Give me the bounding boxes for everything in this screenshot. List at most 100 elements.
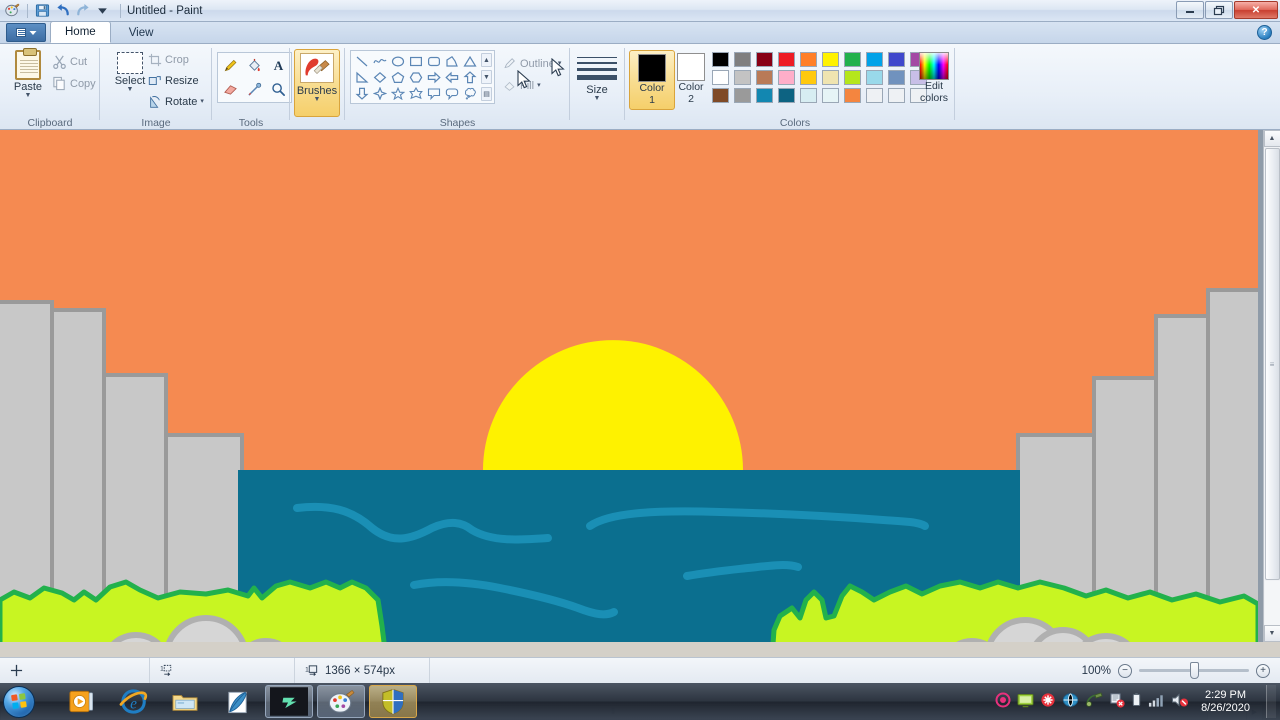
select-button[interactable]: Select ▼	[108, 52, 152, 93]
color-swatch-0-2[interactable]	[753, 50, 775, 68]
taskbar-internet-explorer[interactable]: e	[109, 685, 157, 718]
color-swatch-2-7[interactable]	[863, 86, 885, 104]
zoom-in-button[interactable]: +	[1256, 663, 1270, 678]
color-swatch-1-1[interactable]	[731, 68, 753, 86]
shape-six-point-star[interactable]	[407, 85, 425, 101]
paint-canvas[interactable]	[0, 130, 1258, 642]
vertical-scrollbar[interactable]: ▲ ≡ ▼	[1263, 130, 1280, 642]
color-swatch-1-5[interactable]	[819, 68, 841, 86]
satellite-icon[interactable]	[1085, 692, 1103, 711]
signal-icon[interactable]	[1148, 692, 1165, 711]
color-picker-icon[interactable]	[243, 78, 266, 101]
color-palette[interactable]	[709, 50, 929, 104]
chevron-down-icon[interactable]: ▾	[200, 98, 204, 105]
taskbar-filmora[interactable]	[265, 685, 313, 718]
vertical-scroll-track[interactable]	[1264, 581, 1280, 625]
show-desktop-button[interactable]	[1266, 685, 1276, 718]
shape-hexagon[interactable]	[407, 69, 425, 85]
paste-button[interactable]: Paste ▼	[6, 48, 50, 99]
color-swatch-1-0[interactable]	[709, 68, 731, 86]
color-swatch-0-7[interactable]	[863, 50, 885, 68]
health-icon[interactable]	[1040, 692, 1056, 711]
eraser-icon[interactable]	[219, 78, 242, 101]
network-sync-icon[interactable]	[1062, 692, 1079, 711]
shape-rectangular-callout[interactable]	[425, 85, 443, 101]
file-menu-button[interactable]	[6, 23, 46, 42]
size-button[interactable]: Size ▼	[577, 54, 617, 102]
taskbar-security[interactable]	[369, 685, 417, 718]
color-swatch-2-6[interactable]	[841, 86, 863, 104]
gallery-scroll-up-button[interactable]: ▲	[481, 53, 492, 67]
resize-button[interactable]: Resize	[148, 71, 199, 90]
color1-swatch[interactable]	[638, 54, 666, 82]
magnifier-icon[interactable]	[267, 78, 290, 101]
taskbar-windows-explorer[interactable]	[161, 685, 209, 718]
shapes-gallery-scroll[interactable]: ▲ ▼ ▤	[481, 53, 492, 101]
shape-rounded-rectangle[interactable]	[425, 53, 443, 69]
gallery-expand-button[interactable]: ▤	[481, 87, 492, 101]
color2-swatch[interactable]	[677, 53, 705, 81]
pencil-icon[interactable]	[219, 54, 242, 77]
taskbar-paint[interactable]	[317, 685, 365, 718]
taskbar-wordpad[interactable]	[213, 685, 261, 718]
action-center-icon[interactable]	[1109, 692, 1125, 711]
shape-cloud-callout[interactable]	[461, 85, 479, 101]
clock[interactable]: 2:29 PM 8/26/2020	[1195, 689, 1256, 715]
shape-triangle[interactable]	[461, 53, 479, 69]
redo-icon[interactable]	[74, 2, 91, 19]
copy-button[interactable]: Copy	[52, 74, 96, 93]
shape-polygon[interactable]	[443, 53, 461, 69]
text-icon[interactable]: A	[267, 54, 290, 77]
color-swatch-1-8[interactable]	[885, 68, 907, 86]
color-swatch-2-1[interactable]	[731, 86, 753, 104]
fill-with-color-icon[interactable]	[243, 54, 266, 77]
color-swatch-1-2[interactable]	[753, 68, 775, 86]
color-swatch-0-1[interactable]	[731, 50, 753, 68]
color-swatch-0-4[interactable]	[797, 50, 819, 68]
start-button[interactable]	[3, 685, 35, 718]
color-swatch-0-5[interactable]	[819, 50, 841, 68]
color-swatch-2-2[interactable]	[753, 86, 775, 104]
color-swatch-1-4[interactable]	[797, 68, 819, 86]
color-swatch-0-3[interactable]	[775, 50, 797, 68]
shape-up-arrow[interactable]	[461, 69, 479, 85]
tab-home[interactable]: Home	[50, 21, 111, 43]
tab-view[interactable]: View	[115, 22, 168, 43]
zoom-slider-thumb[interactable]	[1190, 662, 1199, 679]
zoom-out-button[interactable]: −	[1118, 663, 1132, 678]
chevron-down-icon[interactable]: ▼	[314, 96, 321, 103]
shape-rectangle[interactable]	[407, 53, 425, 69]
chevron-down-icon[interactable]: ▼	[127, 86, 134, 93]
shape-right-arrow[interactable]	[425, 69, 443, 85]
color-swatch-2-4[interactable]	[797, 86, 819, 104]
color-swatch-0-6[interactable]	[841, 50, 863, 68]
chevron-down-icon[interactable]: ▾	[537, 82, 541, 89]
shapes-gallery[interactable]: ▲ ▼ ▤	[350, 50, 495, 104]
color2-button[interactable]: Color 2	[671, 53, 711, 105]
edit-colors-button[interactable]: Edit colors	[914, 52, 954, 104]
shape-oval[interactable]	[389, 53, 407, 69]
color-swatch-2-5[interactable]	[819, 86, 841, 104]
color1-button[interactable]: Color 1	[629, 50, 675, 110]
customize-qat-icon[interactable]	[94, 2, 111, 19]
shape-down-arrow[interactable]	[353, 85, 371, 101]
chevron-down-icon[interactable]: ▼	[25, 92, 32, 99]
color-swatch-2-8[interactable]	[885, 86, 907, 104]
shape-five-point-star[interactable]	[389, 85, 407, 101]
color-swatch-2-0[interactable]	[709, 86, 731, 104]
shape-right-triangle[interactable]	[353, 69, 371, 85]
volume-muted-icon[interactable]	[1171, 692, 1189, 711]
close-button[interactable]: ✕	[1234, 1, 1278, 19]
paint-app-icon[interactable]	[4, 2, 21, 19]
color-swatch-1-3[interactable]	[775, 68, 797, 86]
undo-icon[interactable]	[54, 2, 71, 19]
scroll-up-button[interactable]: ▲	[1263, 130, 1280, 147]
scroll-down-button[interactable]: ▼	[1263, 625, 1280, 642]
brushes-button[interactable]: Brushes ▼	[294, 49, 340, 117]
artwork[interactable]	[0, 130, 1258, 642]
record-icon[interactable]	[995, 692, 1011, 711]
color-swatch-0-0[interactable]	[709, 50, 731, 68]
shape-rounded-callout[interactable]	[443, 85, 461, 101]
crop-button[interactable]: Crop	[148, 50, 189, 69]
save-icon[interactable]	[34, 2, 51, 19]
